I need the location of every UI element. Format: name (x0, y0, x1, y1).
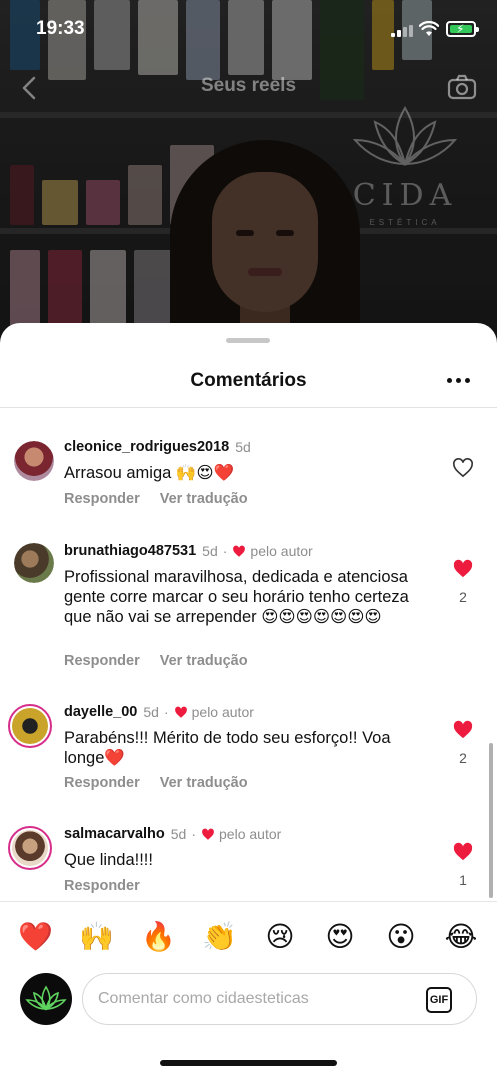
more-options-icon[interactable] (447, 378, 471, 384)
like-count: 2 (459, 589, 467, 605)
comment-text: Que linda!!!! (64, 851, 153, 869)
comment-username[interactable]: dayelle_00 (64, 704, 137, 720)
comment-item: cleonice_rodrigues2018 5d Arrasou amiga … (0, 439, 497, 519)
comment-item: dayelle_00 5d · pelo autor Parabéns!!! M… (0, 704, 497, 791)
camera-icon[interactable] (447, 74, 477, 100)
scrollbar[interactable] (489, 743, 493, 898)
wifi-icon (418, 20, 440, 37)
liked-by-author-label: pelo autor (250, 543, 313, 559)
avatar[interactable] (14, 543, 54, 583)
comment-username[interactable]: cleonice_rodrigues2018 (64, 439, 229, 455)
status-bar: 19:33 ⚡ (0, 0, 497, 60)
comment-username[interactable]: brunathiago487531 (64, 543, 196, 559)
watermark-subtext: ESTÉTICA (369, 218, 441, 227)
emoji-red-heart[interactable]: ❤️ (18, 920, 53, 954)
quick-emoji-bar: ❤️ 🙌 🔥 👏 😢 😍 😮 😂 (0, 901, 497, 971)
avatar[interactable] (8, 704, 52, 748)
comments-sheet: Comentários cleonice_rodrigues2018 5d Ar… (0, 323, 497, 1076)
like-count: 1 (459, 872, 467, 888)
emoji-clapping-hands[interactable]: 👏 (202, 920, 237, 954)
reply-button[interactable]: Responder (64, 878, 140, 894)
cellular-signal-icon (391, 25, 413, 37)
lotus-icon (25, 985, 67, 1011)
like-heart-filled-icon[interactable] (452, 559, 474, 579)
sheet-title: Comentários (190, 370, 307, 391)
emoji-heart-eyes[interactable]: 😍 (323, 920, 357, 954)
battery-charging-icon: ⚡ (446, 21, 479, 37)
liked-by-author-label: pelo autor (219, 826, 282, 842)
status-time: 19:33 (36, 18, 85, 39)
comment-time: 5d (235, 439, 251, 455)
like-heart-outline-icon[interactable] (452, 458, 474, 478)
avatar[interactable] (8, 826, 52, 870)
comment-item: salmacarvalho 5d · pelo autor Que linda!… (0, 826, 497, 898)
see-translation-button[interactable]: Ver tradução (160, 653, 248, 669)
header-divider (0, 407, 497, 408)
reel-video-background: CIDA ESTÉTICA 19:33 ⚡ Seus reels (0, 0, 497, 360)
comment-text: Parabéns!!! Mérito de todo seu esforço!!… (64, 729, 391, 767)
reels-header-title: Seus reels (200, 75, 297, 96)
emoji-fire[interactable]: 🔥 (141, 920, 176, 954)
like-heart-filled-icon[interactable] (452, 842, 474, 862)
see-translation-button[interactable]: Ver tradução (160, 491, 248, 507)
reply-button[interactable]: Responder (64, 491, 140, 507)
emoji-crying-face[interactable]: 😢 (263, 920, 297, 954)
comment-input[interactable]: Comentar como cidaesteticas GIF (82, 973, 477, 1025)
liked-by-author-icon (174, 706, 187, 718)
comment-input-placeholder: Comentar como cidaesteticas (98, 990, 309, 1007)
emoji-raising-hands[interactable]: 🙌 (79, 920, 114, 954)
comment-composer: Comentar como cidaesteticas GIF (0, 963, 497, 1033)
reply-button[interactable]: Responder (64, 775, 140, 791)
emoji-laughing-tears[interactable]: 😂 (444, 920, 478, 954)
comment-item: brunathiago487531 5d · pelo autor Profis… (0, 543, 497, 673)
like-heart-filled-icon[interactable] (452, 720, 474, 740)
current-user-avatar (20, 973, 72, 1025)
comment-username[interactable]: salmacarvalho (64, 826, 165, 842)
comment-text: Arrasou amiga 🙌😍❤️ (64, 464, 235, 482)
liked-by-author-icon (233, 545, 246, 557)
reply-button[interactable]: Responder (64, 653, 140, 669)
comment-time: 5d (170, 826, 187, 842)
comment-time: 5d (202, 543, 218, 559)
lotus-logo-watermark: CIDA ESTÉTICA (345, 100, 465, 230)
comment-time: 5d (143, 704, 159, 720)
liked-by-author-icon (202, 828, 214, 840)
watermark-text: CIDA (352, 178, 458, 213)
sheet-drag-handle[interactable] (226, 338, 270, 343)
emoji-surprised-face[interactable]: 😮 (384, 920, 418, 954)
liked-by-author-label: pelo autor (191, 704, 254, 720)
like-count: 2 (459, 750, 467, 766)
comment-text: Profissional maravilhosa, dedicada e ate… (64, 568, 409, 626)
gif-button[interactable]: GIF (426, 987, 452, 1013)
avatar[interactable] (14, 441, 54, 481)
see-translation-button[interactable]: Ver tradução (160, 775, 248, 791)
home-indicator (160, 1060, 337, 1066)
